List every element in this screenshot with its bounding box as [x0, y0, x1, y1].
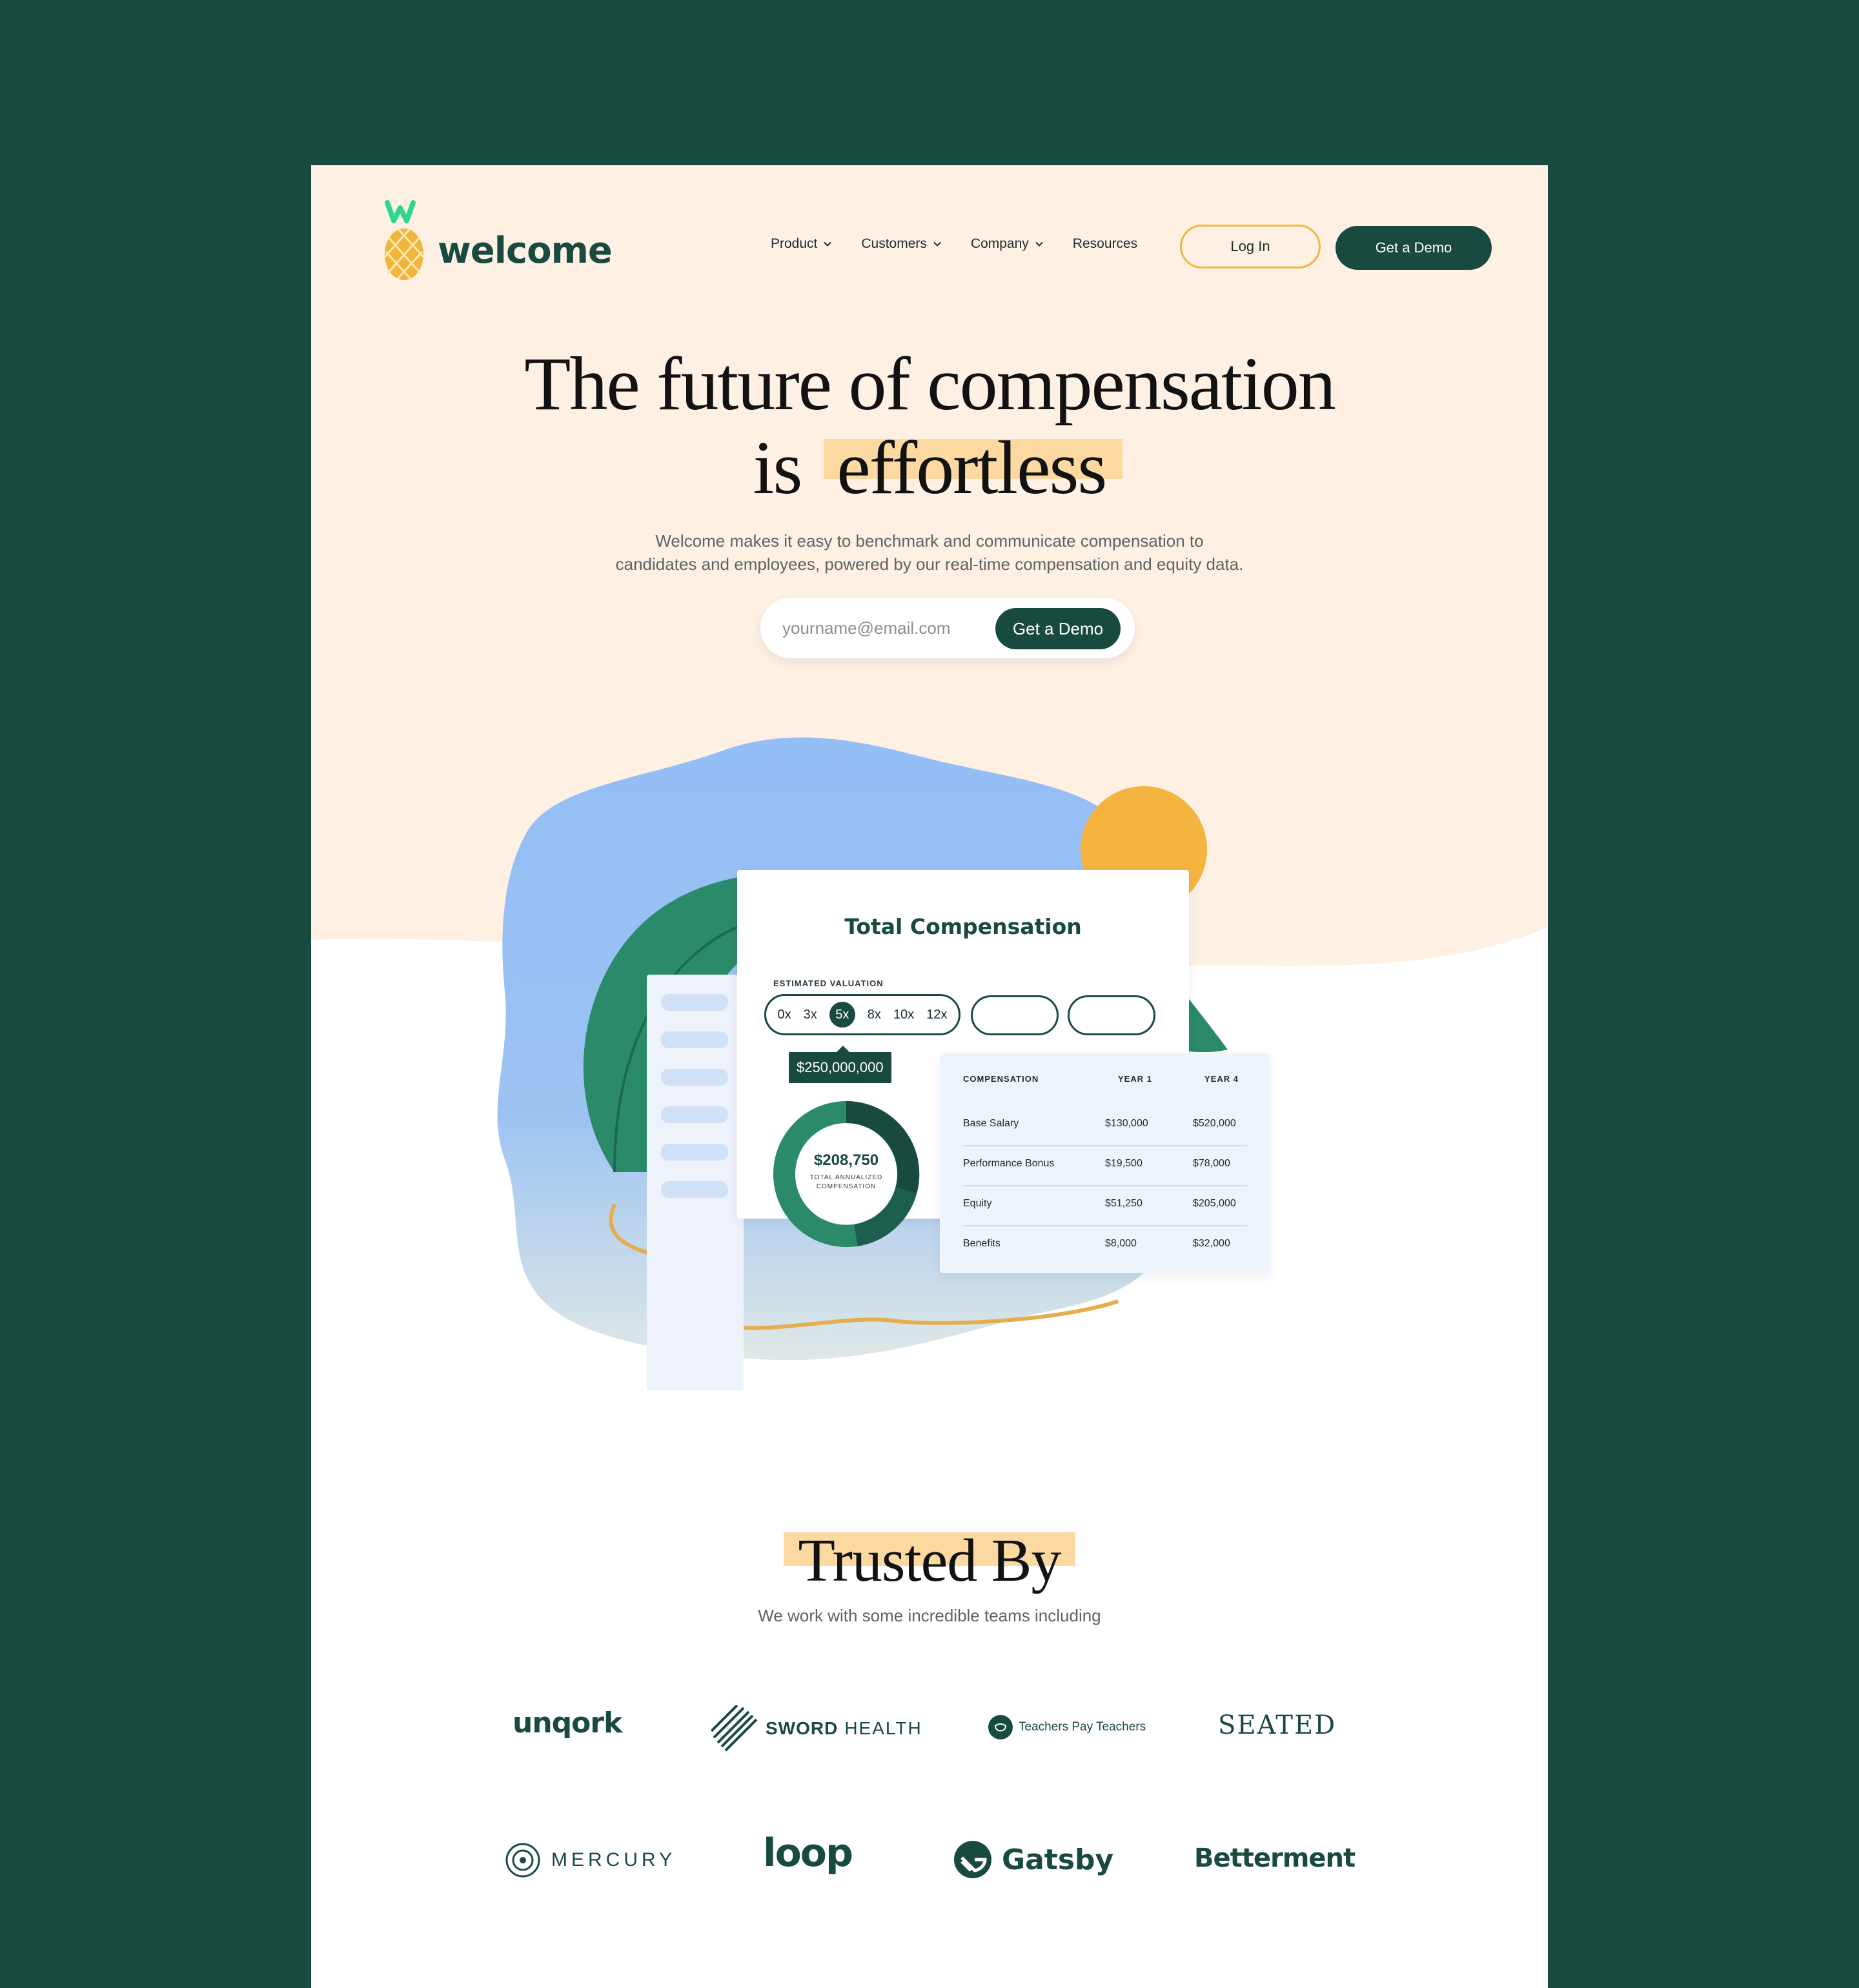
logo-betterment: Betterment	[1194, 1843, 1356, 1873]
row-year4: $205,000	[1193, 1198, 1236, 1209]
sidebar-placeholder	[661, 1031, 728, 1048]
sword-stripes-icon	[711, 1705, 758, 1752]
valuation-tooltip: $250,000,000	[789, 1046, 891, 1083]
compensation-table: COMPENSATION YEAR 1 YEAR 4 Base Salary $…	[940, 1053, 1270, 1273]
multiplier-option[interactable]: 10x	[893, 1008, 914, 1022]
table-row: Benefits $8,000 $32,000	[963, 1225, 1247, 1265]
row-year4: $520,000	[1193, 1118, 1236, 1129]
row-label: Base Salary	[963, 1118, 1019, 1129]
seated-wordmark: SEATED	[1218, 1710, 1337, 1740]
sword-wordmark-light: HEALTH	[844, 1718, 922, 1738]
sidebar-panel	[647, 975, 744, 1390]
apple-badge-icon	[988, 1715, 1013, 1740]
logo-seated: SEATED	[1218, 1710, 1336, 1740]
card-title: Total Compensation	[844, 914, 1082, 939]
logo-unqork: unqork	[513, 1707, 622, 1740]
sidebar-placeholder	[661, 1106, 728, 1123]
multiplier-option[interactable]: 8x	[868, 1008, 881, 1022]
logo-loop: loop	[763, 1831, 853, 1876]
valuation-multiplier-selector[interactable]: 0x 3x 5x 8x 10x 12x	[764, 994, 960, 1035]
sidebar-placeholder	[661, 1144, 728, 1161]
logo-sword-health: SWORD HEALTH	[711, 1705, 922, 1752]
gatsby-mark-icon	[954, 1841, 991, 1878]
unqork-wordmark: unqork	[513, 1707, 622, 1740]
empty-selector[interactable]	[1068, 995, 1155, 1035]
trusted-title-highlight: Trusted By	[784, 1527, 1075, 1594]
row-label: Equity	[963, 1198, 992, 1209]
table-header-year4: YEAR 4	[1204, 1074, 1239, 1084]
table-header-year1: YEAR 1	[1118, 1074, 1152, 1084]
sword-wordmark-bold: SWORD	[766, 1718, 838, 1738]
hero-title-prefix: is	[753, 425, 803, 510]
trusted-section-title: Trusted By	[311, 1526, 1548, 1596]
mercury-wordmark: MERCURY	[551, 1849, 676, 1871]
logo-gatsby: Gatsby	[953, 1840, 1113, 1880]
table-row: Performance Bonus $19,500 $78,000	[963, 1145, 1247, 1186]
empty-selector[interactable]	[971, 995, 1059, 1035]
sidebar-placeholder	[661, 1069, 728, 1086]
gatsby-wordmark: Gatsby	[1002, 1843, 1114, 1876]
table-row: Equity $51,250 $205,000	[963, 1185, 1247, 1226]
valuation-label: ESTIMATED VALUATION	[773, 979, 884, 988]
hero-title-line2: is effortless	[311, 430, 1548, 506]
sidebar-placeholder	[661, 994, 728, 1011]
loop-wordmark: loop	[763, 1831, 853, 1876]
row-year4: $32,000	[1193, 1238, 1230, 1249]
multiplier-option[interactable]: 0x	[778, 1008, 791, 1022]
total-compensation-value: $208,750	[813, 1151, 879, 1169]
hero-title-highlight: effortless	[824, 425, 1123, 510]
caption-line: COMPENSATION	[816, 1183, 877, 1190]
table-header-compensation: COMPENSATION	[963, 1074, 1039, 1084]
trusted-section-subtitle: We work with some incredible teams inclu…	[758, 1606, 1101, 1625]
row-year1: $8,000	[1105, 1238, 1137, 1249]
mercury-mark-icon	[505, 1843, 540, 1878]
tpt-wordmark: Teachers Pay Teachers	[1019, 1720, 1146, 1734]
betterment-wordmark: Betterment	[1194, 1843, 1356, 1873]
row-label: Benefits	[963, 1238, 1001, 1249]
multiplier-option[interactable]: 3x	[804, 1008, 817, 1022]
row-label: Performance Bonus	[963, 1158, 1055, 1169]
sidebar-placeholder	[661, 1181, 728, 1198]
total-compensation-caption: TOTAL ANNUALIZED COMPENSATION	[798, 1173, 895, 1192]
row-year4: $78,000	[1193, 1158, 1230, 1169]
logo-teachers-pay-teachers: Teachers Pay Teachers	[988, 1714, 1146, 1740]
row-year1: $51,250	[1105, 1198, 1143, 1209]
multiplier-option-selected[interactable]: 5x	[829, 1002, 855, 1028]
row-year1: $19,500	[1105, 1158, 1143, 1169]
caption-line: TOTAL ANNUALIZED	[809, 1174, 883, 1181]
logo-mercury: MERCURY	[505, 1842, 676, 1878]
multiplier-option[interactable]: 12x	[926, 1008, 947, 1022]
page: welcome Product Customers Company Resour…	[311, 165, 1548, 1988]
table-row: Base Salary $130,000 $520,000	[963, 1105, 1247, 1146]
row-year1: $130,000	[1105, 1118, 1148, 1129]
